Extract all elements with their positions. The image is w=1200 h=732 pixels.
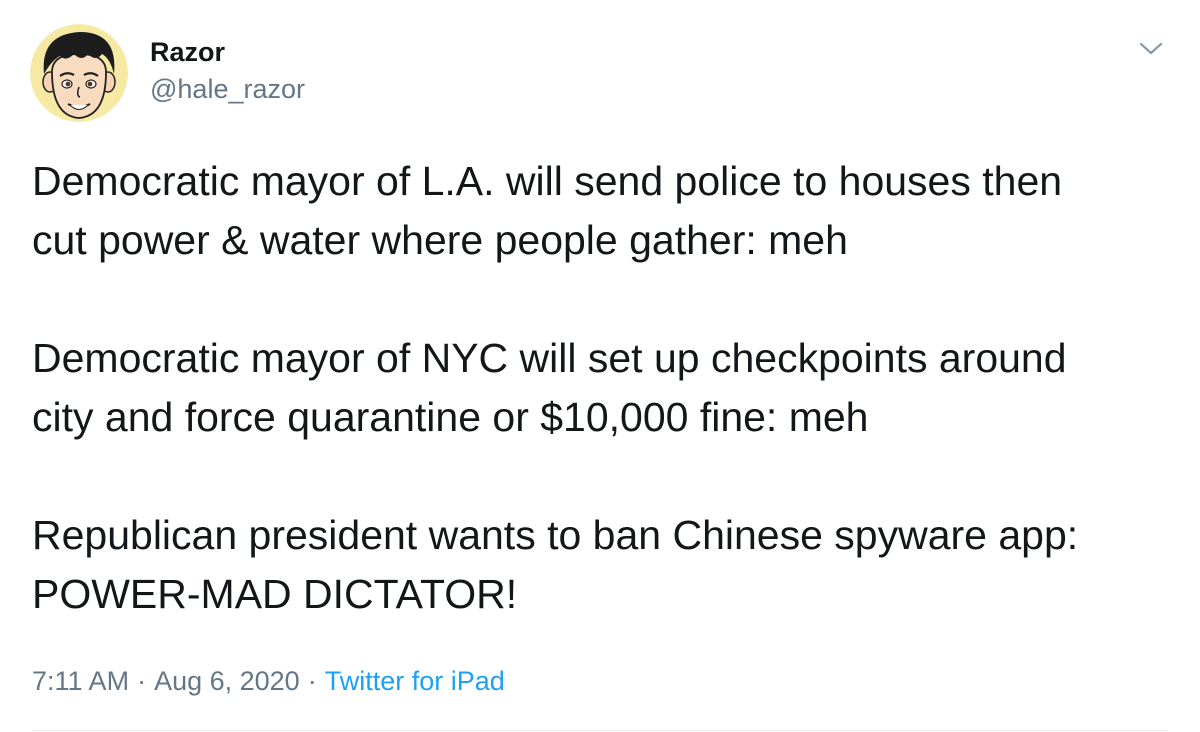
tweet-card: Razor @hale_razor Democratic mayor of L.…: [0, 0, 1200, 732]
user-info: Razor @hale_razor: [150, 34, 305, 108]
avatar[interactable]: [30, 24, 128, 122]
tweet-line: Republican president wants to ban Chines…: [32, 512, 1079, 558]
tweet-meta: 7:11 AM · Aug 6, 2020 · Twitter for iPad: [32, 662, 505, 700]
tweet-source-link[interactable]: Twitter for iPad: [325, 666, 505, 696]
tweet-line: Democratic mayor of NYC will set up chec…: [32, 335, 1067, 381]
meta-separator: ·: [137, 666, 147, 696]
tweet-line: POWER-MAD DICTATOR!: [32, 571, 518, 617]
display-name[interactable]: Razor: [150, 34, 305, 70]
tweet-line: city and force quarantine or $10,000 fin…: [32, 394, 869, 440]
tweet-line: cut power & water where people gather: m…: [32, 217, 848, 263]
meta-separator: ·: [307, 666, 317, 696]
cartoon-face-icon: [30, 24, 128, 122]
tweet-time[interactable]: 7:11 AM: [32, 666, 129, 696]
divider: [32, 730, 1168, 731]
tweet-text: Democratic mayor of L.A. will send polic…: [32, 152, 1182, 624]
chevron-down-icon[interactable]: [1138, 40, 1164, 58]
tweet-date[interactable]: Aug 6, 2020: [154, 666, 300, 696]
user-handle[interactable]: @hale_razor: [150, 70, 305, 108]
tweet-line: Democratic mayor of L.A. will send polic…: [32, 158, 1063, 204]
